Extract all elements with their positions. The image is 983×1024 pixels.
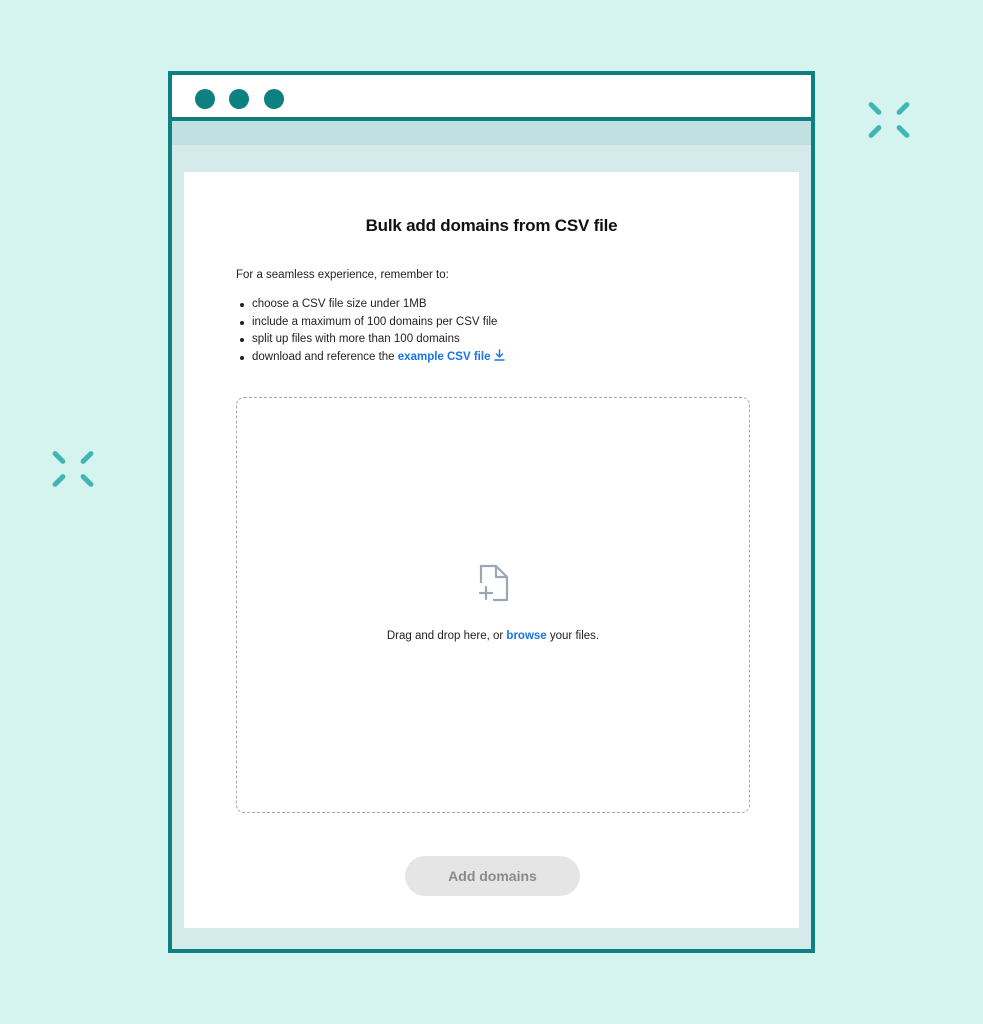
list-item: download and reference the example CSV f…: [236, 349, 506, 367]
download-tip-text: download and reference the: [252, 350, 398, 363]
bulk-add-modal: Bulk add domains from CSV file For a sea…: [184, 172, 799, 928]
intro-text: For a seamless experience, remember to:: [236, 269, 449, 281]
tips-list: choose a CSV file size under 1MB include…: [236, 296, 506, 367]
download-icon: [494, 349, 506, 361]
dropzone-instructions: Drag and drop here, or browse your files…: [237, 630, 749, 642]
illustration-canvas: Bulk add domains from CSV file For a sea…: [0, 0, 983, 1024]
sparkle-icon: [867, 98, 911, 142]
list-item: include a maximum of 100 domains per CSV…: [236, 314, 505, 332]
sparkle-icon: [51, 447, 95, 491]
example-csv-link[interactable]: example CSV file: [397, 349, 506, 363]
window-dot-icon: [264, 89, 284, 109]
window-titlebar: [172, 75, 811, 121]
dropzone-text-before: Drag and drop here, or: [386, 630, 507, 642]
example-csv-link-label: example CSV file: [397, 350, 491, 363]
window-toolbar: [172, 121, 811, 145]
file-dropzone[interactable]: Drag and drop here, or browse your files…: [236, 397, 750, 813]
add-domains-button[interactable]: Add domains: [405, 856, 580, 896]
browse-link[interactable]: browse: [506, 630, 546, 642]
dropzone-text-after: your files.: [546, 630, 600, 642]
list-item: split up files with more than 100 domain…: [236, 331, 505, 349]
modal-title: Bulk add domains from CSV file: [365, 216, 618, 235]
window-dot-icon: [195, 89, 215, 109]
browser-window: Bulk add domains from CSV file For a sea…: [168, 71, 815, 953]
file-add-icon: [478, 564, 509, 602]
list-item: choose a CSV file size under 1MB: [236, 296, 505, 314]
window-dot-icon: [229, 89, 249, 109]
